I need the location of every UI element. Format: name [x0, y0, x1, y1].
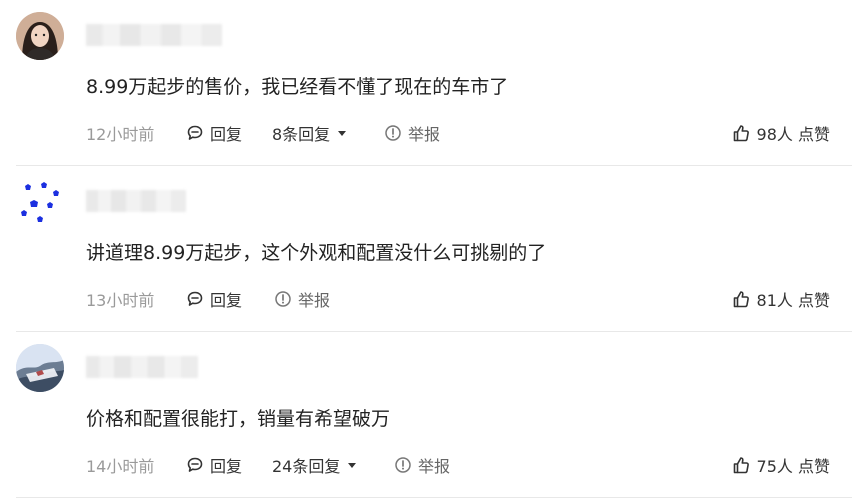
username-blurred — [86, 24, 222, 46]
avatar-image — [16, 344, 64, 392]
likes-count-label: 81人 点赞 — [756, 291, 830, 310]
comment-time: 12小时前 — [86, 125, 155, 144]
report-info-icon — [384, 124, 402, 142]
comment-actions: 13小时前 回复 举报 81人 点赞 — [86, 285, 830, 311]
comment-bubble-icon — [186, 456, 204, 474]
thumbs-up-icon — [731, 289, 751, 309]
view-replies-button[interactable]: 8条回复 — [272, 121, 348, 145]
username-blurred — [86, 190, 186, 212]
comment-item-3: 价格和配置很能打，销量有希望破万 14小时前 回复 24条回复 举报 75人 点… — [0, 332, 852, 498]
report-label: 举报 — [298, 291, 331, 310]
comment-text: 8.99万起步的售价，我已经看不懂了现在的车市了 — [86, 76, 509, 98]
username-blurred — [86, 356, 198, 378]
view-replies-button[interactable]: 24条回复 — [272, 453, 358, 477]
like-button[interactable]: 75人 点赞 — [731, 453, 830, 477]
likes-count-label: 75人 点赞 — [756, 457, 830, 476]
reply-label: 回复 — [210, 125, 243, 144]
comment-text: 价格和配置很能打，销量有希望破万 — [86, 408, 391, 430]
report-button[interactable]: 举报 — [384, 121, 440, 145]
caret-down-icon — [336, 127, 348, 139]
thumbs-up-icon — [731, 123, 751, 143]
comment-text: 讲道理8.99万起步，这个外观和配置没什么可挑剔的了 — [86, 242, 547, 264]
comment-bubble-icon — [186, 124, 204, 142]
like-button[interactable]: 81人 点赞 — [731, 287, 830, 311]
reply-label: 回复 — [210, 291, 243, 310]
replies-count-label: 24条回复 — [272, 457, 341, 476]
avatar[interactable] — [16, 178, 64, 226]
reply-button[interactable]: 回复 — [186, 453, 242, 477]
comment-item-1: 8.99万起步的售价，我已经看不懂了现在的车市了 12小时前 回复 8条回复 举… — [0, 0, 852, 166]
replies-count-label: 8条回复 — [272, 125, 331, 144]
comment-time: 13小时前 — [86, 291, 155, 310]
thumbs-up-icon — [731, 455, 751, 475]
likes-count-label: 98人 点赞 — [756, 125, 830, 144]
comment-item-2: 讲道理8.99万起步，这个外观和配置没什么可挑剔的了 13小时前 回复 举报 8… — [0, 166, 852, 332]
reply-label: 回复 — [210, 457, 243, 476]
avatar[interactable] — [16, 344, 64, 392]
comment-actions: 12小时前 回复 8条回复 举报 98人 点赞 — [86, 119, 830, 145]
report-button[interactable]: 举报 — [274, 287, 330, 311]
reply-button[interactable]: 回复 — [186, 121, 242, 145]
avatar[interactable] — [16, 12, 64, 60]
like-button[interactable]: 98人 点赞 — [731, 121, 830, 145]
avatar-image — [16, 178, 64, 226]
comment-actions: 14小时前 回复 24条回复 举报 75人 点赞 — [86, 451, 830, 477]
reply-button[interactable]: 回复 — [186, 287, 242, 311]
caret-down-icon — [346, 459, 358, 471]
comment-bubble-icon — [186, 290, 204, 308]
report-info-icon — [394, 456, 412, 474]
report-button[interactable]: 举报 — [394, 453, 450, 477]
report-label: 举报 — [418, 457, 451, 476]
report-info-icon — [274, 290, 292, 308]
avatar-image — [16, 12, 64, 60]
report-label: 举报 — [408, 125, 441, 144]
comment-time: 14小时前 — [86, 457, 155, 476]
